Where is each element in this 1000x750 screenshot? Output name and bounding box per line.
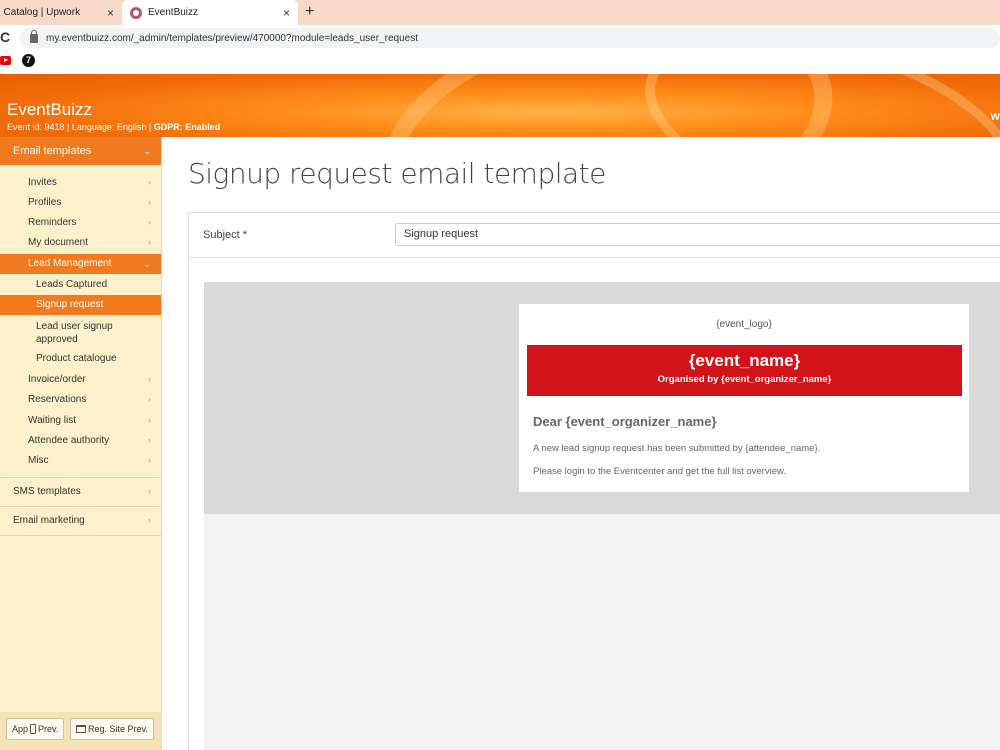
sidebar-item-label: Signup request [36,299,104,310]
subject-label: Subject * [203,229,248,241]
browser-icon [76,725,86,733]
sidebar-item-lead-management[interactable]: Lead Management ⌄ [0,254,161,274]
tab-label: : Catalog | Upwork [0,7,81,18]
url-input[interactable]: my.eventbuizz.com/_admin/templates/previ… [20,28,1000,48]
sidebar-item-my-document[interactable]: My document › [0,237,161,248]
tab-upwork[interactable]: : Catalog | Upwork × [0,0,122,25]
sidebar-item-label: Waiting list [28,415,76,426]
sidebar-section-email-templates[interactable]: Email templates ⌄ [0,137,161,165]
event-info: Event id: 9418 | Language: English | GDP… [7,122,220,132]
phone-icon [30,724,37,734]
url-text: my.eventbuizz.com/_admin/templates/previ… [46,32,418,44]
chevron-right-icon: › [148,415,151,425]
browser-tab-bar: : Catalog | Upwork × EventBuizz × + [0,0,1000,25]
sidebar-item-misc[interactable]: Misc › [0,455,161,466]
page-title: Signup request email template [188,157,606,190]
preview-background [204,514,1000,750]
sidebar-item-label: SMS templates [13,486,81,497]
chevron-right-icon: › [148,486,151,496]
new-tab-button[interactable]: + [305,3,314,21]
bookmarks-bar: 7 [0,50,1000,74]
reload-icon[interactable]: C [0,29,10,45]
lock-icon [30,29,38,43]
app-preview-button[interactable]: App Prev. [6,718,65,740]
divider [0,535,161,536]
chevron-right-icon: › [148,177,151,187]
chevron-right-icon: › [148,374,151,384]
event-logo-placeholder: {event_logo} [716,319,772,330]
chevron-right-icon: › [148,217,151,227]
sidebar-item-label: Invites [28,177,57,188]
reg-site-preview-button[interactable]: Reg. Site Prev. [70,718,154,740]
email-preview-area: {event_logo} {event_name} Organised by {… [204,282,1000,514]
button-label: Prev. [38,724,59,734]
sidebar-subitem-lead-user-signup-approved[interactable]: Lead user signup approved [0,320,130,346]
sidebar-group-sms-templates[interactable]: SMS templates › [0,486,161,497]
tab-label: EventBuizz [148,7,199,18]
sidebar-item-attendee-authority[interactable]: Attendee authority › [0,435,161,446]
email-banner: {event_name} Organised by {event_organiz… [527,345,962,396]
favicon-icon [130,6,142,19]
brand-logo[interactable]: EventBuizz [7,100,92,120]
chevron-right-icon: › [148,197,151,207]
sidebar-item-label: Lead user signup approved [36,321,113,345]
youtube-icon[interactable] [0,56,11,65]
chevron-right-icon: › [148,515,151,525]
email-body-line: Please login to the Eventcenter and get … [533,466,786,477]
chevron-down-icon: ⌄ [143,259,151,269]
sidebar-item-invites[interactable]: Invites › [0,177,161,188]
sidebar-item-label: Reservations [28,394,87,405]
sidebar-item-label: Leads Captured [36,279,108,290]
sidebar-item-reminders[interactable]: Reminders › [0,217,161,228]
sidebar: Email templates ⌄ Invites › Profiles › R… [0,137,162,750]
bookmark-icon[interactable]: 7 [22,54,35,67]
event-name: {event_name} [688,351,801,370]
close-icon[interactable]: × [283,6,290,20]
address-bar: C my.eventbuizz.com/_admin/templates/pre… [0,25,1000,50]
divider [0,477,161,478]
chevron-right-icon: › [148,394,151,404]
email-greeting: Dear {event_organizer_name} [533,414,717,429]
sidebar-item-label: My document [28,237,89,248]
sidebar-item-label: Attendee authority [28,435,110,446]
close-icon[interactable]: × [107,6,114,20]
sidebar-item-waiting-list[interactable]: Waiting list › [0,415,161,426]
sidebar-item-profiles[interactable]: Profiles › [0,197,161,208]
sidebar-item-invoice-order[interactable]: Invoice/order › [0,374,161,385]
sidebar-item-reservations[interactable]: Reservations › [0,394,161,405]
subject-form-panel: Subject * Signup request [188,212,1000,258]
sidebar-section-label: Email templates [13,145,92,157]
button-label: Reg. Site Prev. [88,724,148,734]
divider [0,506,161,507]
gdpr-status: GDPR: Enabled [153,122,221,132]
chevron-right-icon: › [148,455,151,465]
sidebar-group-email-marketing[interactable]: Email marketing › [0,515,161,526]
sidebar-item-label: Invoice/order [28,374,86,385]
sidebar-item-label: Reminders [28,217,77,228]
button-label: App [12,724,29,734]
subject-input[interactable]: Signup request [395,223,1000,246]
chevron-right-icon: › [148,237,151,247]
email-body-line: A new lead signup request has been submi… [533,443,821,454]
email-preview-panel: {event_logo} {event_name} Organised by {… [188,257,1000,750]
chevron-right-icon: › [148,435,151,445]
sidebar-item-label: Email marketing [13,515,85,526]
sidebar-subitem-signup-request[interactable]: Signup request [0,295,161,315]
sidebar-item-label: Profiles [28,197,62,208]
main-content: Signup request email template Subject * … [162,137,1000,750]
event-info-text: Event id: 9418 | Language: English | [7,122,152,132]
sidebar-subitem-leads-captured[interactable]: Leads Captured [0,279,161,290]
tab-eventbuizz[interactable]: EventBuizz × [122,0,298,25]
organised-by: Organised by {event_organizer_name} [657,374,832,385]
sidebar-footer: App Prev. Reg. Site Prev. [0,712,161,750]
email-card: {event_logo} {event_name} Organised by {… [519,304,969,492]
sidebar-item-label: Product catalogue [36,353,117,364]
chevron-down-icon: ⌄ [143,145,151,156]
app-header: EventBuizz Event id: 9418 | Language: En… [0,74,1000,137]
sidebar-subitem-product-catalogue[interactable]: Product catalogue [0,353,161,364]
header-user-text[interactable]: W [991,112,1000,123]
sidebar-item-label: Lead Management [28,258,112,269]
sidebar-item-label: Misc [28,455,49,466]
